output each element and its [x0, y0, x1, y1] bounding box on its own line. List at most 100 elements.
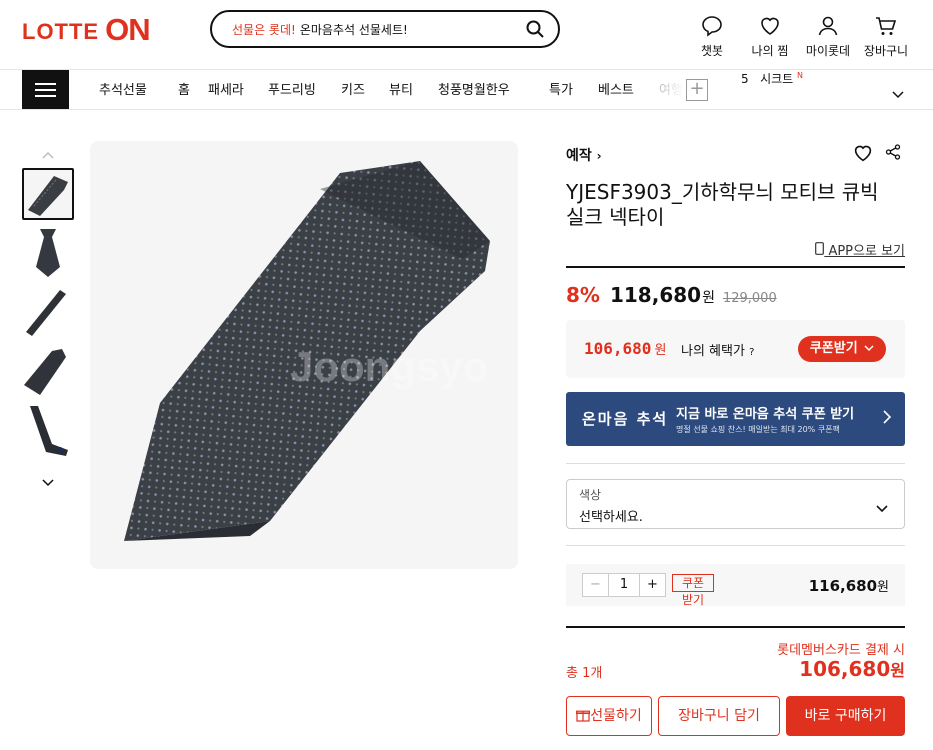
- nav-item[interactable]: 패세라: [208, 79, 268, 98]
- item-coupon-button[interactable]: 쿠폰 받기: [672, 574, 714, 608]
- logo-on: ON: [105, 12, 150, 47]
- chuseok-coupon-banner[interactable]: 온마음 추석 지금 바로 온마음 추석 쿠폰 받기 명절 선물 쇼핑 찬스! 매…: [566, 392, 905, 446]
- select-value: 선택하세요.: [579, 510, 643, 525]
- nav-items: 추석선물 홈 패세라 푸드리빙 키즈 뷰티 청풍명월한우 특가 베스트 여행: [99, 79, 689, 98]
- benefit-price: 106,680 원: [584, 339, 666, 358]
- cart-label: 장바구니: [863, 44, 909, 58]
- select-label: 색상: [579, 488, 602, 502]
- nav-item[interactable]: 키즈: [341, 79, 389, 98]
- banner-subtitle: 명절 선물 쇼핑 찬스! 매일받는 최대 20% 쿠폰팩: [676, 425, 840, 434]
- cart-icon: [876, 17, 897, 35]
- card-payment-label: 롯데멤버스카드 결제 시: [777, 643, 905, 658]
- product-title: YJESF3903_기하학무늬 모티브 큐빅 실크 넥타이: [566, 180, 879, 229]
- wishlist-heart-icon[interactable]: [853, 144, 873, 166]
- menu-button[interactable]: [22, 70, 69, 109]
- quantity-value[interactable]: 1: [609, 574, 639, 596]
- benefit-price-value: 106,680: [584, 339, 652, 358]
- chatbot-label: 챗봇: [700, 44, 724, 58]
- search-bar[interactable]: 선물은 롯데! 온마음추석 선물세트!: [210, 10, 560, 48]
- discount-rate: 8%: [566, 283, 600, 307]
- coupon-button[interactable]: 쿠폰받기: [798, 336, 886, 362]
- price-row: 8% 118,680 원 129,000: [566, 283, 777, 307]
- brand-name: 예작: [566, 148, 592, 164]
- product-main-image[interactable]: Joongsyo: [90, 141, 518, 569]
- banner-left-text: 온마음 추석: [582, 410, 669, 428]
- app-link-label: APP으로 보기: [828, 244, 905, 259]
- cart-button[interactable]: 장바구니: [857, 14, 915, 59]
- wishlist-label: 나의 찜: [751, 44, 789, 58]
- logo-lotte: LOTTE: [22, 19, 100, 44]
- item-price-unit: 원: [877, 580, 889, 595]
- hamburger-icon-line: [35, 95, 56, 97]
- hamburger-icon: [35, 83, 56, 85]
- item-coupon-line2: 받기: [681, 593, 705, 607]
- new-badge: N: [797, 71, 804, 80]
- rank-keyword: 시크트: [760, 72, 794, 86]
- lotte-on-logo[interactable]: LOTTE ON: [22, 12, 151, 47]
- mylotte-label: 마이롯데: [805, 44, 851, 58]
- thumbnail-item[interactable]: [22, 286, 74, 338]
- chevron-up-icon[interactable]: [42, 144, 54, 163]
- divider: [566, 626, 905, 628]
- mylotte-button[interactable]: 마이롯데: [799, 14, 857, 59]
- benefit-label-text: 나의 혜택가: [681, 344, 745, 359]
- help-icon[interactable]: ?: [749, 347, 754, 358]
- chevron-right-icon: [883, 409, 892, 428]
- search-prefix: 선물은 롯데!: [232, 22, 296, 37]
- nav-item[interactable]: 특가: [549, 79, 598, 98]
- nav-item[interactable]: 홈: [178, 79, 208, 98]
- header: LOTTE ON 선물은 롯데! 온마음추석 선물세트! 챗봇 나의 찜 마이롯…: [0, 0, 933, 70]
- nav-item[interactable]: 푸드리빙: [268, 79, 341, 98]
- app-link[interactable]: APP으로 보기: [815, 240, 905, 259]
- divider: [566, 463, 905, 464]
- chevron-down-icon: [876, 498, 888, 517]
- gift-button-label: 선물하기: [590, 708, 642, 724]
- quantity-box: − 1 + 쿠폰 받기 116,680원: [566, 564, 905, 608]
- header-icons: 챗봇 나의 찜 마이롯데 장바구니: [683, 14, 915, 59]
- add-to-cart-button[interactable]: 장바구니 담기: [658, 696, 780, 736]
- divider: [566, 266, 905, 268]
- total-price-unit: 원: [890, 661, 905, 680]
- hamburger-icon-line: [35, 89, 56, 91]
- trending-keyword[interactable]: 5 시크트 N: [741, 70, 803, 90]
- phone-icon: [815, 242, 828, 259]
- nav-item[interactable]: 청풍명월한우: [438, 79, 549, 98]
- nav-item[interactable]: 추석선물: [99, 79, 178, 98]
- chevron-right-icon: ›: [596, 149, 602, 163]
- coupon-button-label: 쿠폰받기: [809, 341, 858, 356]
- benefit-price-unit: 원: [654, 343, 667, 358]
- original-price: 129,000: [722, 291, 777, 306]
- brand-link[interactable]: 예작 ›: [566, 145, 602, 165]
- share-icon[interactable]: [885, 144, 901, 164]
- price-unit: 원: [702, 290, 715, 306]
- sale-price: 118,680: [609, 283, 702, 307]
- thumbnail-list: [22, 168, 74, 463]
- chatbot-button[interactable]: 챗봇: [683, 14, 741, 59]
- gift-button[interactable]: 선물하기: [566, 696, 652, 736]
- gift-icon: [576, 710, 591, 722]
- nav-item[interactable]: 뷰티: [389, 79, 438, 98]
- total-price: 106,680원: [799, 657, 905, 681]
- decrease-button[interactable]: −: [583, 574, 609, 596]
- thumbnail-item[interactable]: [22, 345, 74, 397]
- nav-fade: [646, 70, 684, 109]
- wishlist-button[interactable]: 나의 찜: [741, 14, 799, 59]
- chat-icon: [702, 16, 722, 37]
- item-coupon-line1: 쿠폰: [672, 574, 714, 592]
- quantity-stepper: − 1 +: [582, 573, 666, 597]
- thumbnail-item[interactable]: [22, 168, 74, 220]
- color-select[interactable]: 색상 선택하세요.: [566, 479, 905, 529]
- item-price: 116,680원: [809, 576, 889, 595]
- chevron-down-icon[interactable]: [42, 472, 54, 491]
- search-text: 온마음추석 선물세트!: [299, 22, 408, 37]
- thumbnail-item[interactable]: [22, 227, 74, 279]
- nav-more-button[interactable]: +: [686, 79, 708, 101]
- search-icon[interactable]: [526, 20, 544, 42]
- total-price-value: 106,680: [799, 657, 891, 681]
- benefit-label: 나의 혜택가 ?: [681, 340, 754, 359]
- chevron-down-icon[interactable]: [892, 84, 904, 103]
- buy-now-button[interactable]: 바로 구매하기: [786, 696, 905, 736]
- thumbnail-item[interactable]: [22, 404, 74, 456]
- increase-button[interactable]: +: [639, 574, 665, 596]
- divider: [566, 545, 905, 546]
